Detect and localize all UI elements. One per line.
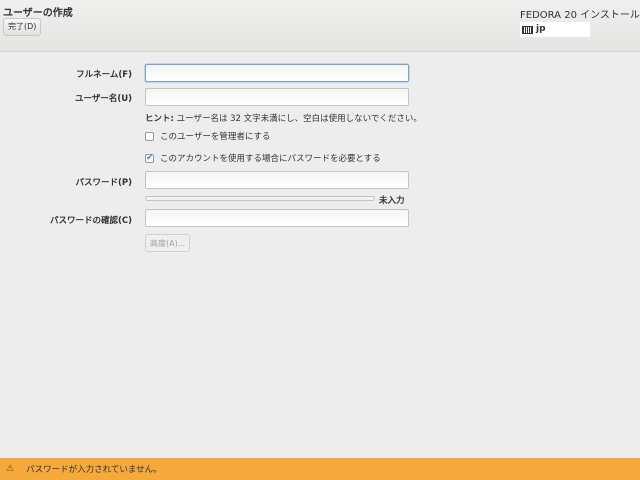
password-input[interactable] [145,171,409,189]
warning-text: パスワードが入力されていません。 [26,465,162,475]
username-label: ユーザー名(U) [74,94,132,104]
fullname-input[interactable] [145,64,409,82]
password-strength-meter [145,196,375,201]
warning-icon: ⚠ [6,464,15,474]
product-title: FEDORA 20 インストール [520,10,640,21]
username-hint: ヒント: ユーザー名は 32 文字未満にし、空白は使用しないでください。 [145,112,422,124]
require-password-checkbox[interactable]: ✔ このアカウントを使用する場合にパスワードを必要とする [145,152,381,164]
checkbox-unchecked[interactable] [145,131,154,141]
done-button[interactable]: 完了(D) [3,18,42,36]
fullname-label: フルネーム(F) [76,70,132,80]
keyboard-layout-label: jp [536,24,546,34]
confirm-password-label: パスワードの確認(C) [49,216,132,226]
advanced-button[interactable]: 高度(A)... [145,234,191,252]
confirm-password-input[interactable] [145,209,409,227]
keyboard-icon [522,25,533,34]
keyboard-layout-indicator[interactable]: jp [520,22,590,37]
page-title: ユーザーの作成 [3,8,73,19]
require-password-label: このアカウントを使用する場合にパスワードを必要とする [160,154,381,164]
password-strength-label: 未入力 [379,196,405,206]
hint-prefix: ヒント: [145,114,174,124]
admin-checkbox[interactable]: このユーザーを管理者にする [145,130,270,142]
header: ユーザーの作成 完了(D) FEDORA 20 インストール jp [0,0,640,52]
username-input[interactable] [145,88,409,106]
checkmark-icon[interactable]: ✔ [145,153,154,163]
warning-bar[interactable]: ⚠ パスワードが入力されていません。 [0,458,640,480]
admin-checkbox-label: このユーザーを管理者にする [160,132,271,142]
password-label: パスワード(P) [75,178,133,188]
hint-text: ユーザー名は 32 文字未満にし、空白は使用しないでください。 [176,114,422,124]
